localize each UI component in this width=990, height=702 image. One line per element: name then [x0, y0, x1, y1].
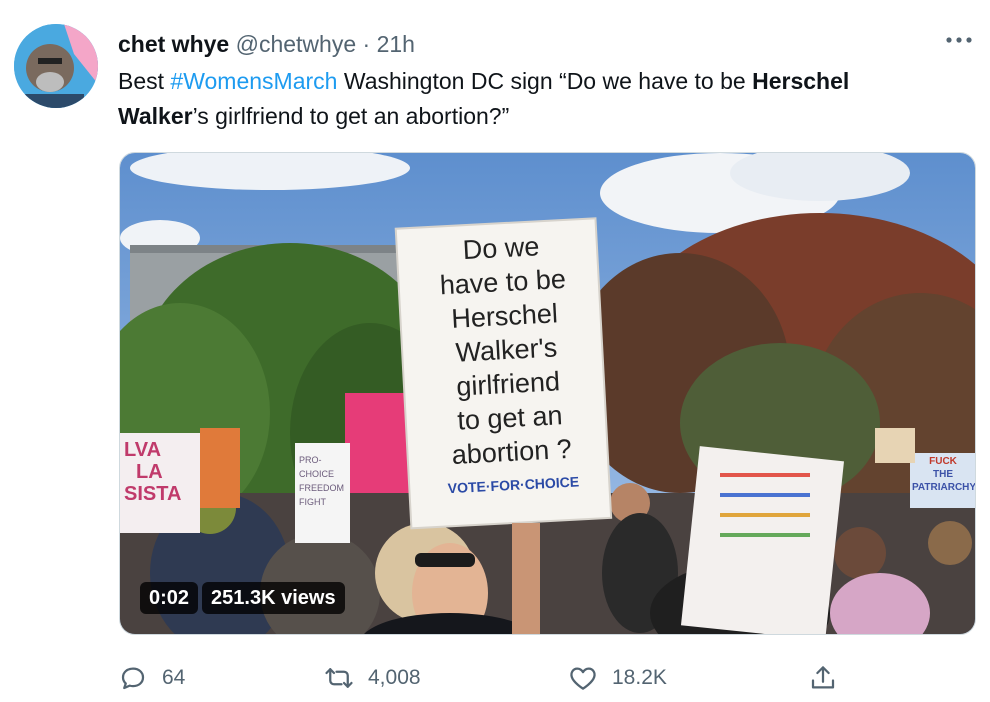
right-sign-text: FUCK THE PATRIARCHY — [912, 455, 976, 494]
left-sign-line: LVA — [124, 439, 162, 461]
meta-separator: · — [362, 31, 371, 57]
left-sign-line: LA — [136, 461, 163, 483]
left-sign-text: LVA LA SISTA — [124, 439, 194, 505]
right-sign-line: FUCK — [929, 456, 957, 467]
like-icon — [570, 667, 596, 690]
reply-icon — [121, 667, 145, 690]
share-icon — [811, 666, 835, 689]
tweet-text: Best #WomensMarch Washington DC sign “Do… — [118, 64, 968, 134]
retweet-count: 4,008 — [368, 666, 421, 689]
tweet-time[interactable]: 21h — [377, 31, 415, 57]
small-sign-line: PRO-CHOICE — [299, 455, 335, 479]
video-views: 251.3K views — [202, 582, 345, 614]
like-count: 18.2K — [612, 666, 667, 689]
avatar[interactable] — [14, 24, 98, 108]
avatar-image — [14, 24, 98, 108]
reply-count: 64 — [162, 666, 186, 689]
video-player[interactable]: Do we have to be Herschel Walker's girlf… — [119, 152, 976, 635]
left-sign-line: SISTA — [124, 483, 182, 505]
main-sign-text: Do we have to be Herschel Walker's girlf… — [405, 226, 608, 498]
text-part: Best — [118, 68, 171, 94]
text-part: ’s girlfriend to get an abortion?” — [192, 103, 510, 129]
retweet-icon — [325, 668, 353, 688]
right-sign-line: THE — [933, 469, 953, 480]
small-sign-text: PRO-CHOICE FREEDOM FIGHT — [299, 453, 349, 509]
tweet-header: chet whye @chetwhye · 21h — [118, 30, 415, 58]
retweet-button[interactable]: 4,008 — [324, 660, 421, 696]
video-badge: 0:02 251.3K views — [140, 582, 345, 614]
tweet-actions: 64 4,008 18.2K — [118, 660, 858, 696]
small-sign-line: FREEDOM — [299, 483, 344, 493]
small-sign-line: FIGHT — [299, 497, 326, 507]
like-button[interactable]: 18.2K — [568, 660, 667, 696]
more-icon[interactable] — [944, 30, 974, 50]
bold-text: Herschel — [752, 68, 850, 94]
author-name[interactable]: chet whye — [118, 31, 229, 57]
share-button[interactable] — [808, 660, 838, 696]
hashtag-link[interactable]: #WomensMarch — [170, 68, 337, 94]
video-time: 0:02 — [140, 582, 199, 614]
reply-button[interactable]: 64 — [118, 660, 185, 696]
text-part: Washington DC sign “Do we have to be — [337, 68, 753, 94]
author-handle[interactable]: @chetwhye — [236, 31, 357, 57]
right-sign-line: PATRIARCHY — [912, 482, 976, 493]
bold-text: Walker — [118, 103, 193, 129]
